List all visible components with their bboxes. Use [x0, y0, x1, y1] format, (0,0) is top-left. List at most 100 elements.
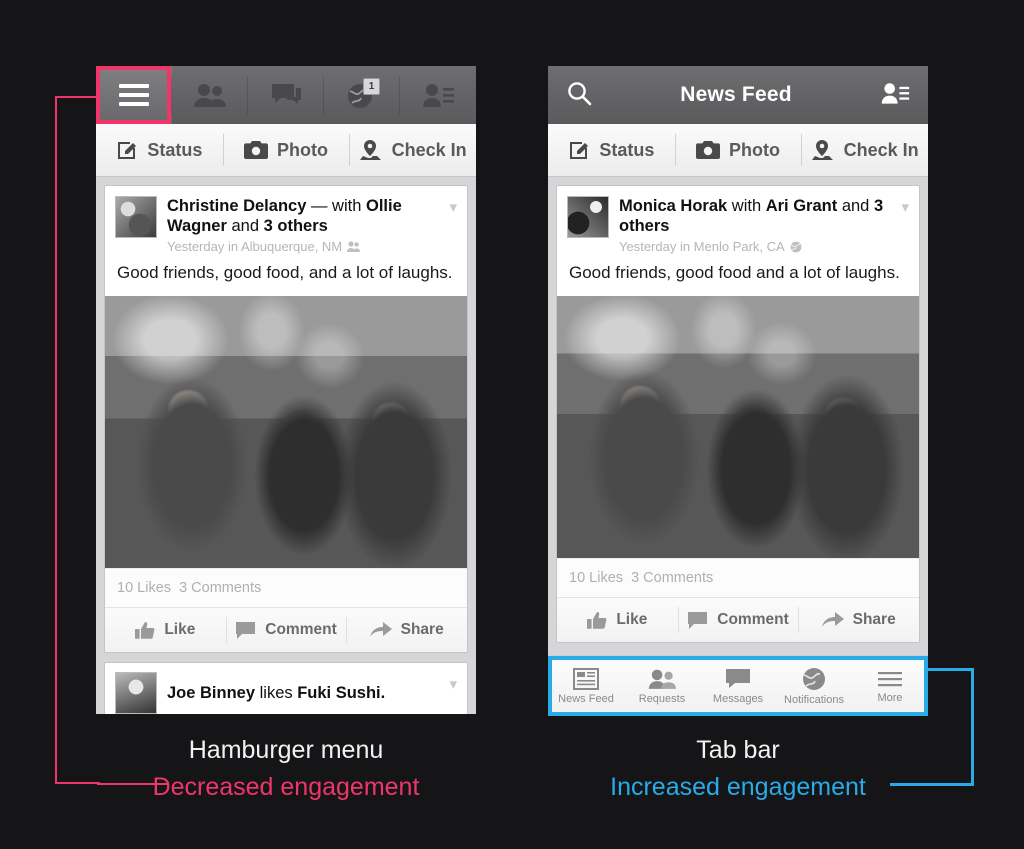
avatar	[567, 196, 609, 238]
feed-post: Christine Delancy — with Ollie Wagner an…	[104, 185, 468, 653]
like-button[interactable]: Like	[557, 598, 678, 642]
post-meta: Monica Horak with Ari Grant and 3 others…	[619, 196, 909, 254]
tab-messages[interactable]: Messages	[700, 656, 776, 716]
checkin-button[interactable]: Check In	[349, 124, 476, 176]
post-tagged: Ari Grant	[765, 197, 838, 215]
post-body-text: Good friends, good food, and a lot of la…	[117, 263, 453, 282]
thumbs-up-icon	[135, 621, 155, 639]
status-label: Status	[147, 139, 203, 160]
notifications-button[interactable]: 1	[324, 66, 400, 124]
notification-badge: 1	[363, 78, 380, 95]
post-header: Christine Delancy — with Ollie Wagner an…	[105, 186, 467, 260]
tab-news-feed[interactable]: News Feed	[548, 656, 624, 716]
photo-label: Photo	[277, 139, 328, 160]
comment-button[interactable]: Comment	[225, 608, 347, 652]
friend-list-icon	[423, 84, 454, 107]
status-button[interactable]: Status	[548, 124, 675, 176]
friend-requests-button[interactable]	[172, 66, 248, 124]
right-caption: Tab bar Increased engagement	[548, 733, 928, 804]
feed-post: Monica Horak with Ari Grant and 3 others…	[556, 185, 920, 643]
share-arrow-icon	[821, 612, 844, 627]
post-author-line: Joe Binney likes Fuki Sushi.	[167, 683, 385, 703]
right-caption-title: Tab bar	[696, 736, 780, 764]
tab-label: News Feed	[558, 692, 614, 705]
hamburger-icon	[878, 671, 902, 686]
left-caption-title: Hamburger menu	[188, 736, 384, 764]
likes-count: 10 Likes	[569, 570, 624, 586]
photo-label: Photo	[729, 139, 780, 160]
post-connector: with	[727, 197, 766, 215]
left-phone-screenshot: 1 Status Photo Check In Christine Delanc…	[96, 66, 476, 714]
status-button[interactable]: Status	[96, 124, 223, 176]
comments-count: 3 Comments	[179, 580, 262, 596]
likes-count: 10 Likes	[117, 580, 172, 596]
post-meta: Christine Delancy — with Ollie Wagner an…	[167, 196, 457, 254]
right-feed[interactable]: Monica Horak with Ari Grant and 3 others…	[548, 177, 928, 657]
share-label: Share	[852, 611, 896, 628]
status-label: Status	[599, 139, 655, 160]
friend-list-button[interactable]	[400, 66, 476, 124]
search-button[interactable]	[566, 80, 592, 111]
comment-label: Comment	[265, 621, 337, 638]
post-and: and	[226, 217, 264, 235]
location-pin-icon	[359, 140, 381, 160]
post-photo[interactable]	[105, 296, 467, 568]
comment-button[interactable]: Comment	[677, 598, 799, 642]
post-header: Monica Horak with Ari Grant and 3 others…	[557, 186, 919, 260]
post-sub-text: Yesterday in Menlo Park, CA	[619, 239, 785, 254]
like-label: Like	[164, 621, 196, 638]
checkin-label: Check In	[391, 139, 467, 160]
left-composer-bar: Status Photo Check In	[96, 124, 476, 177]
right-composer-bar: Status Photo Check In	[548, 124, 928, 177]
tab-label: Notifications	[784, 693, 844, 706]
page-title: News Feed	[680, 83, 792, 106]
feed-post: Joe Binney likes Fuki Sushi. ▾	[104, 662, 468, 714]
tab-label: More	[877, 691, 903, 704]
chevron-down-icon[interactable]: ▾	[449, 677, 457, 692]
hamburger-icon	[119, 84, 149, 106]
share-button[interactable]: Share	[346, 608, 467, 652]
tab-label: Requests	[638, 692, 686, 705]
post-photo[interactable]	[557, 296, 919, 558]
post-timestamp-location: Yesterday in Albuquerque, NM	[167, 239, 435, 254]
camera-icon	[244, 141, 268, 159]
checkin-button[interactable]: Check In	[801, 124, 928, 176]
left-feed[interactable]: Christine Delancy — with Ollie Wagner an…	[96, 177, 476, 714]
tab-notifications[interactable]: Notifications	[776, 656, 852, 716]
share-button[interactable]: Share	[798, 598, 919, 642]
chevron-down-icon[interactable]: ▾	[901, 200, 909, 215]
avatar	[115, 196, 157, 238]
friend-list-icon	[881, 82, 910, 104]
post-actions: Like Comment Share	[105, 607, 467, 652]
post-sub-text: Yesterday in Albuquerque, NM	[167, 239, 343, 254]
tab-label: Messages	[712, 692, 764, 705]
messages-icon	[272, 84, 301, 104]
post-timestamp-location: Yesterday in Menlo Park, CA	[619, 239, 887, 254]
photo-button[interactable]: Photo	[222, 124, 350, 176]
checkin-label: Check In	[843, 139, 919, 160]
camera-icon	[696, 141, 720, 159]
tab-requests[interactable]: Requests	[624, 656, 700, 716]
messages-button[interactable]	[248, 66, 324, 124]
post-author-line: Monica Horak with Ari Grant and 3 others	[619, 196, 887, 236]
hamburger-menu-button[interactable]	[96, 66, 172, 124]
globe-privacy-icon	[790, 241, 802, 252]
left-caption: Hamburger menu Decreased engagement	[96, 733, 476, 804]
post-author: Joe Binney	[167, 684, 256, 702]
post-stats: 10 Likes 3 Comments	[105, 568, 467, 607]
red-connector-line	[55, 96, 100, 784]
friends-privacy-icon	[347, 241, 361, 252]
tab-more[interactable]: More	[852, 656, 928, 716]
comment-icon	[236, 622, 256, 639]
comparison-figure: 1 Status Photo Check In Christine Delanc…	[0, 0, 1024, 849]
post-author: Christine Delancy	[167, 197, 307, 215]
chevron-down-icon[interactable]: ▾	[449, 200, 457, 215]
photo-button[interactable]: Photo	[674, 124, 802, 176]
location-pin-icon	[811, 140, 833, 160]
post-author: Monica Horak	[619, 197, 728, 215]
friend-list-button[interactable]	[880, 81, 910, 110]
like-button[interactable]: Like	[105, 608, 226, 652]
share-label: Share	[400, 621, 444, 638]
friends-icon	[648, 669, 676, 689]
post-author-line: Christine Delancy — with Ollie Wagner an…	[167, 196, 435, 236]
